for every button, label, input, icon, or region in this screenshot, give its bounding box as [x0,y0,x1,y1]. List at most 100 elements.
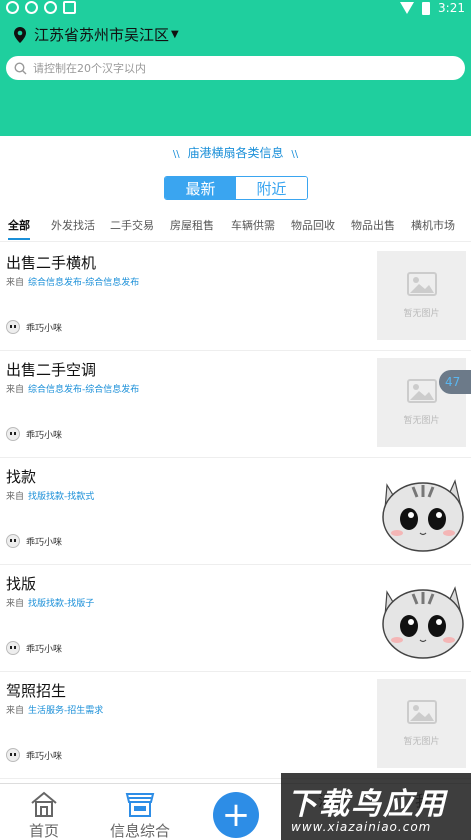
avatar [6,320,20,334]
search-bar[interactable] [6,56,465,80]
no-image-text: 暂无图片 [403,737,440,747]
post-source: 来自 找版找款-找版子 [6,596,94,609]
list-item[interactable]: 找款 来自 找版找款-找款式 乖巧小咪 [0,458,471,565]
source-label: 来自 [6,706,25,716]
category-tabs: 全部 外发找活 二手交易 房屋租售 车辆供需 物品回收 物品出售 横机市场 [0,214,471,242]
post-author: 乖巧小咪 [6,748,62,762]
banner-text: 庙港横扇各类信息 [187,146,284,160]
notification-icons [6,1,76,14]
system-icons: 3:21 [400,1,465,15]
source-label: 来自 [6,492,25,502]
search-icon [14,61,27,74]
post-list: 出售二手横机 来自综合信息发布-综合信息发布 乖巧小咪 暂无图片 出售二手空调 [0,244,471,779]
category-tab[interactable]: 房屋租售 [170,214,214,233]
post-category-link[interactable]: 找版找款-找版子 [28,599,94,609]
post-title: 驾照招生 [6,682,67,700]
tab-nearby[interactable]: 附近 [236,177,307,199]
category-tab[interactable]: 物品出售 [351,214,395,233]
app-screen: 3:21 江苏省苏州市吴江区 ▼ \\ 庙港横扇各类信息 \\ 最新 附近 [0,0,471,840]
post-title: 出售二手空调 [6,361,97,379]
floating-counter-badge[interactable]: 47 [439,370,471,394]
source-label: 来自 [6,278,25,288]
watermark-text: 下载鸟应用 [287,787,447,822]
post-category-link[interactable]: 综合信息发布-综合信息发布 [28,278,139,288]
nav-info[interactable]: 信息综合 [100,790,180,840]
author-name: 乖巧小咪 [26,430,63,441]
post-source: 来自 综合信息发布-综合信息发布 [6,382,139,395]
post-source: 来自 生活服务-招生需求 [6,703,103,716]
source-label: 来自 [6,385,25,395]
nav-info-label: 信息综合 [109,822,170,840]
post-title: 找款 [6,468,37,486]
post-author: 乖巧小咪 [6,320,62,334]
status-bar: 3:21 [0,0,471,18]
avatar [6,427,20,441]
search-input[interactable] [33,61,433,75]
avatar [6,748,20,762]
post-thumbnail[interactable]: 暂无图片 [377,679,466,768]
notification-icon [25,1,38,14]
location-pin-icon [14,26,26,43]
post-author: 乖巧小咪 [6,641,62,655]
image-placeholder-icon [406,700,437,724]
list-item[interactable]: 找版 来自 找版找款-找版子 乖巧小咪 [0,565,471,672]
post-author: 乖巧小咪 [6,534,62,548]
no-image-text: 暂无图片 [403,309,440,319]
watermark: 下载鸟应用 www.xiazainiao.com [281,773,471,840]
author-name: 乖巧小咪 [26,644,63,655]
plus-icon: + [221,795,251,835]
author-name: 乖巧小咪 [26,537,63,548]
cat-cartoon-image[interactable] [377,572,466,664]
battery-icon [422,1,431,15]
source-label: 来自 [6,599,25,609]
post-category-link[interactable]: 找版找款-找款式 [28,492,94,502]
home-icon [31,791,57,817]
post-title: 出售二手横机 [6,254,97,272]
header: 3:21 江苏省苏州市吴江区 ▼ [0,0,471,136]
no-image-text: 暂无图片 [403,416,440,426]
watermark-url: www.xiazainiao.com [291,820,432,834]
tab-latest[interactable]: 最新 [165,177,236,199]
post-author: 乖巧小咪 [6,427,62,441]
clock: 3:21 [438,1,465,15]
list-item[interactable]: 出售二手空调 来自 综合信息发布-综合信息发布 乖巧小咪 暂无图片 [0,351,471,458]
nav-home-label: 首页 [28,822,59,840]
add-post-button[interactable]: + [213,792,259,838]
active-tab-indicator [8,238,30,240]
author-name: 乖巧小咪 [26,323,63,334]
store-icon [125,793,155,817]
category-tab[interactable]: 横机市场 [411,214,455,233]
post-source: 来自 综合信息发布-综合信息发布 [6,275,139,288]
decor-slash: \\ [172,149,180,160]
image-placeholder-icon [406,272,437,296]
cat-cartoon-image[interactable] [377,465,466,557]
nav-home[interactable]: 首页 [4,790,84,840]
category-tab[interactable]: 外发找活 [51,214,95,233]
category-tab[interactable]: 物品回收 [291,214,335,233]
list-item[interactable]: 驾照招生 来自 生活服务-招生需求 乖巧小咪 暂无图片 [0,672,471,779]
post-category-link[interactable]: 综合信息发布-综合信息发布 [28,385,139,395]
post-thumbnail[interactable]: 暂无图片 [377,251,466,340]
avatar [6,534,20,548]
category-tab[interactable]: 二手交易 [110,214,154,233]
notification-icon [44,1,57,14]
category-tab-all[interactable]: 全部 [8,214,30,233]
decor-slash: \\ [291,149,299,160]
badge-value: 47 [445,375,461,389]
image-placeholder-icon [406,379,437,403]
avatar [6,641,20,655]
category-tab[interactable]: 车辆供需 [231,214,275,233]
notification-icon [6,1,19,14]
post-title: 找版 [6,575,37,593]
location-label: 江苏省苏州市吴江区 [34,26,170,44]
chevron-down-icon: ▼ [171,29,179,40]
post-category-link[interactable]: 生活服务-招生需求 [28,706,103,716]
post-source: 来自 找版找款-找款式 [6,489,94,502]
section-banner: \\ 庙港横扇各类信息 \\ [0,144,471,161]
list-item[interactable]: 出售二手横机 来自 综合信息发布-综合信息发布 乖巧小咪 暂无图片 [0,244,471,351]
author-name: 乖巧小咪 [26,751,63,762]
sort-segment: 最新 附近 [164,176,308,200]
wifi-icon [400,2,415,14]
location-selector[interactable]: 江苏省苏州市吴江区 ▼ [14,24,179,45]
notification-icon [63,1,76,14]
